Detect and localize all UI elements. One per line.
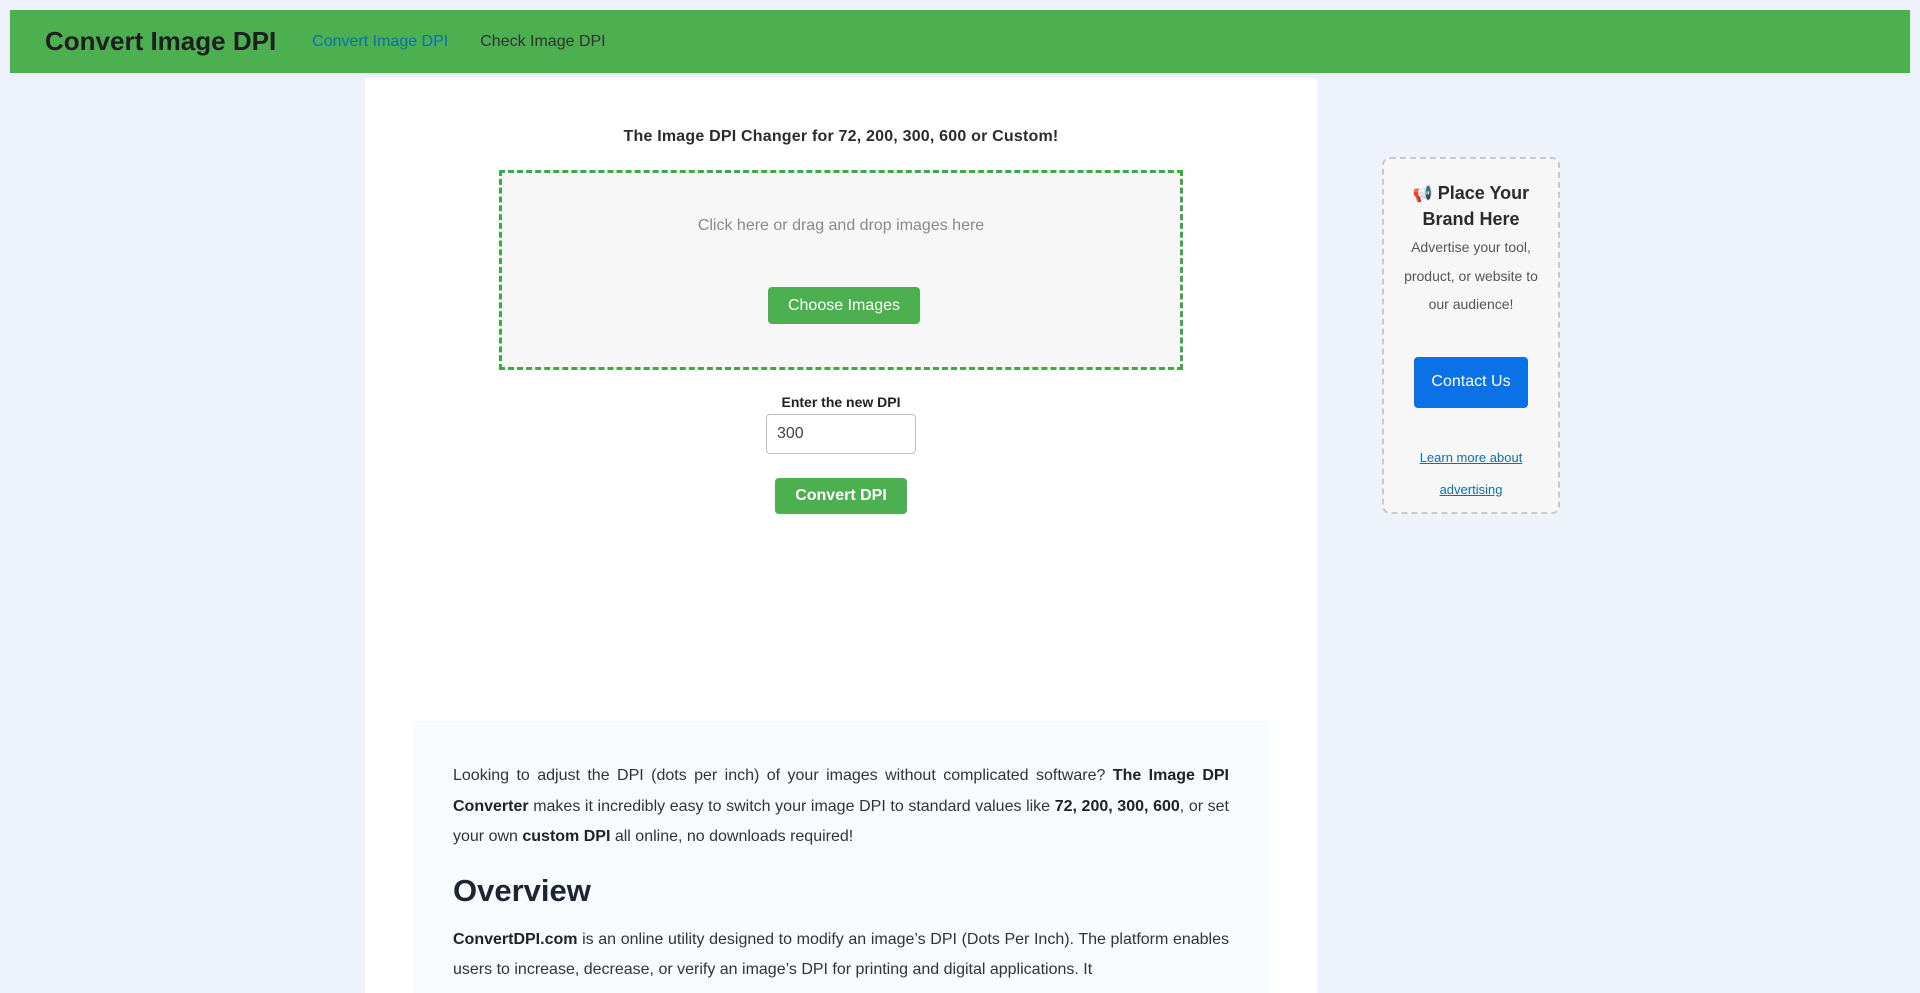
image-dropzone[interactable]: Click here or drag and drop images here …	[499, 170, 1183, 370]
overview-text-1: ConvertDPI.com	[453, 930, 578, 948]
site-brand[interactable]: Convert Image DPI	[45, 26, 276, 57]
choose-images-button[interactable]: Choose Images	[768, 287, 920, 324]
ad-title: 📢 Place Your Brand Here	[1384, 181, 1558, 231]
intro-text-3: makes it incredibly easy to switch your …	[528, 797, 1055, 815]
dpi-input[interactable]	[766, 414, 916, 454]
intro-text-4: 72, 200, 300, 600	[1054, 797, 1180, 815]
megaphone-icon: 📢	[1412, 186, 1433, 203]
dpi-input-label: Enter the new DPI	[781, 394, 901, 410]
nav-link-convert-image-dpi[interactable]: Convert Image DPI	[312, 33, 448, 51]
article-content: Looking to adjust the DPI (dots per inch…	[413, 721, 1269, 993]
overview-paragraph: ConvertDPI.com is an online utility desi…	[453, 925, 1229, 986]
dropzone-hint: Click here or drag and drop images here	[697, 217, 985, 234]
ad-description: Advertise your tool, product, or website…	[1404, 239, 1538, 312]
intro-paragraph: Looking to adjust the DPI (dots per inch…	[453, 761, 1229, 853]
advertise-box: 📢 Place Your Brand Here Advertise your t…	[1382, 157, 1560, 514]
intro-text-6: custom DPI	[522, 828, 611, 845]
nav-link-check-image-dpi[interactable]: Check Image DPI	[480, 33, 605, 51]
learn-more-advertising-link[interactable]: Learn more about advertising	[1384, 442, 1558, 506]
top-navbar: Convert Image DPI Convert Image DPI Chec…	[10, 10, 1910, 73]
ad-title-text: Place Your Brand Here	[1422, 183, 1530, 229]
intro-text-1: Looking to adjust the DPI (dots per inch…	[453, 767, 1113, 784]
contact-us-button[interactable]: Contact Us	[1414, 356, 1528, 408]
overview-heading: Overview	[453, 872, 591, 908]
main-panel: The Image DPI Changer for 72, 200, 300, …	[365, 78, 1317, 993]
convert-dpi-button[interactable]: Convert DPI	[775, 478, 907, 514]
intro-text-7: all online, no downloads required!	[610, 828, 854, 845]
converter-tagline: The Image DPI Changer for 72, 200, 300, …	[623, 128, 1059, 145]
